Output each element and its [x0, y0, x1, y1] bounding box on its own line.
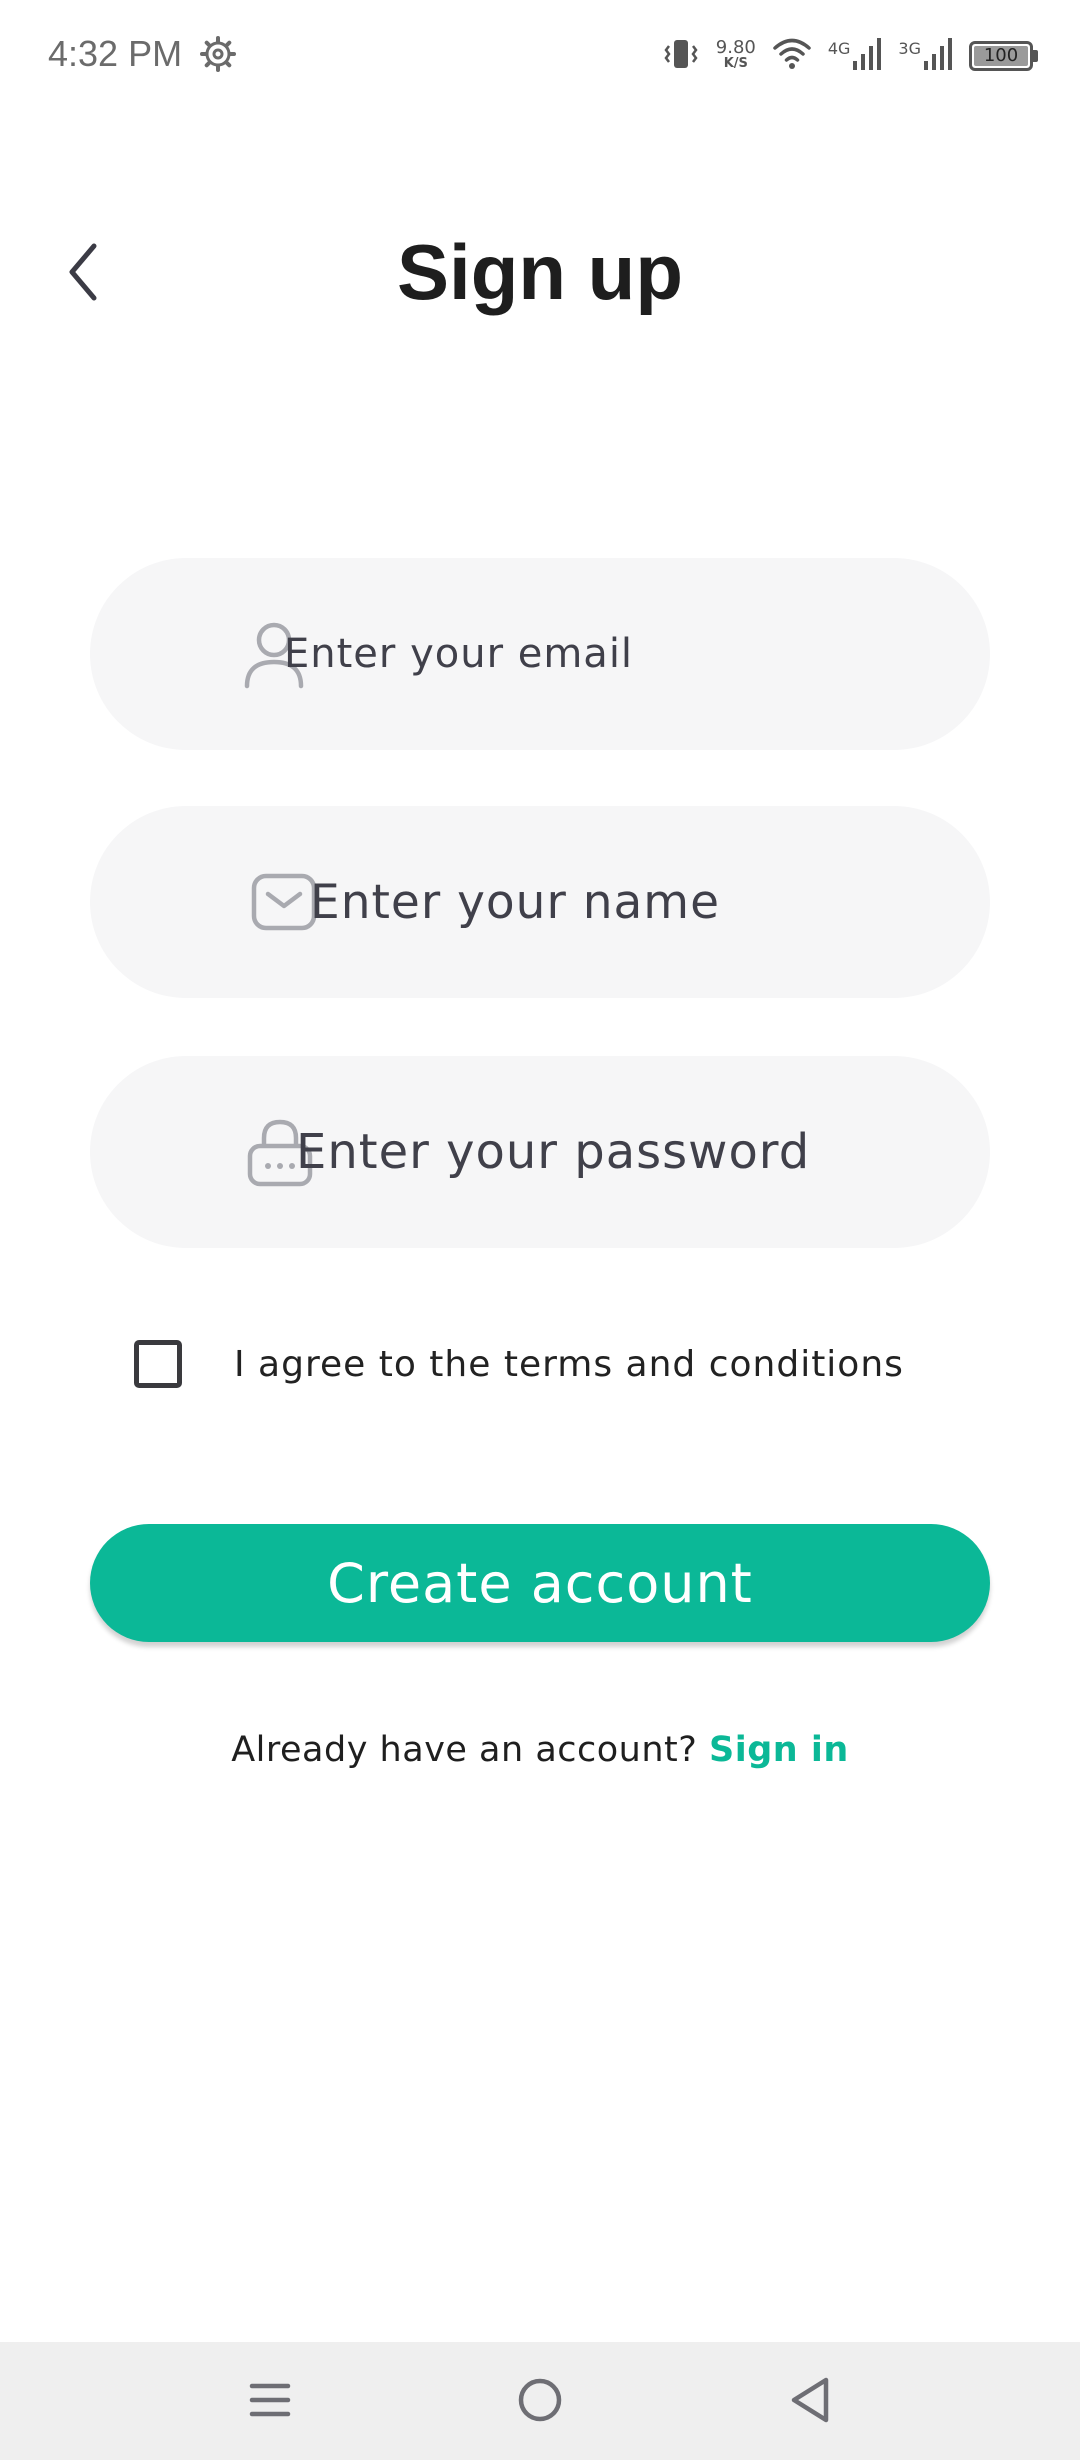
create-account-button[interactable]: Create account [90, 1524, 990, 1642]
email-input[interactable] [282, 558, 950, 750]
email-field-container[interactable] [90, 558, 990, 750]
password-input[interactable] [294, 1056, 950, 1248]
status-bar: 4:32 PM 9.80 K/S 4G 3G 100 [0, 0, 1080, 110]
sign-up-screen: 4:32 PM 9.80 K/S 4G 3G 100 Sign up Enter… [0, 0, 1080, 2460]
net-speed: 9.80 K/S [715, 37, 756, 72]
status-time: 4:32 PM [48, 33, 183, 74]
signin-prompt: Already have an account? [231, 1730, 698, 1770]
signal-4g: 4G [828, 37, 883, 76]
battery-level: 100 [974, 46, 1028, 66]
net-speed-unit: K/S [723, 56, 748, 71]
nav-back-button[interactable] [774, 2366, 846, 2438]
signal-icon [852, 37, 882, 76]
menu-icon [248, 2378, 292, 2427]
back-icon [788, 2376, 832, 2429]
name-input[interactable] [308, 806, 950, 998]
battery-icon: 100 [969, 41, 1038, 71]
navigation-bar [0, 2342, 1080, 2460]
menu-button[interactable] [234, 2366, 306, 2438]
page-title: Sign up [397, 228, 683, 316]
signal-icon [923, 37, 953, 76]
terms-checkbox[interactable] [134, 1340, 182, 1388]
terms-label[interactable]: I agree to the terms and conditions [234, 1344, 904, 1385]
sign-in-link[interactable]: Sign in [709, 1730, 849, 1770]
network-label-2: 3G [898, 38, 921, 58]
name-field-container[interactable] [90, 806, 990, 998]
home-button[interactable] [504, 2366, 576, 2438]
vibrate-icon [662, 37, 700, 76]
wifi-icon [772, 37, 812, 76]
gear-icon [200, 36, 236, 72]
net-speed-value: 9.80 [715, 37, 756, 58]
signin-row: Already have an account? Sign in [0, 1730, 1080, 1770]
network-label-1: 4G [827, 38, 851, 58]
signal-3g: 3G [898, 37, 953, 76]
home-icon [517, 2377, 563, 2428]
password-field-container[interactable] [90, 1056, 990, 1248]
status-icons: 9.80 K/S 4G 3G 100 [662, 28, 1038, 84]
terms-row: I agree to the terms and conditions [134, 1334, 904, 1394]
